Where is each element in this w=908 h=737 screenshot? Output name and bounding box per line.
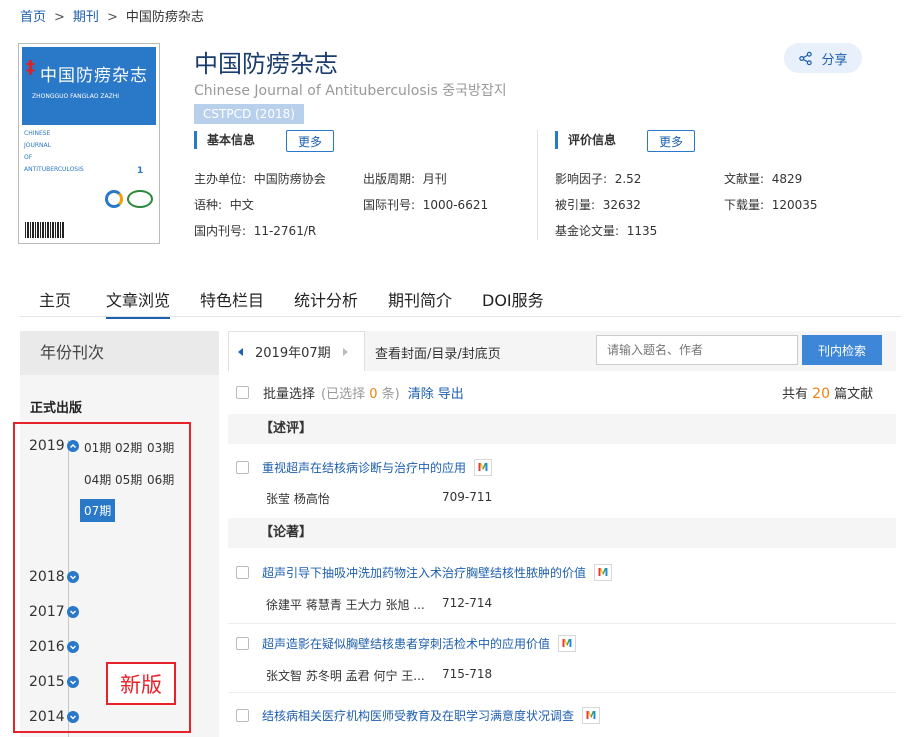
society-logo-icon: [127, 190, 153, 208]
article-authors: 张莹 杨高怡: [266, 492, 330, 506]
new-version-annotation: 新版: [106, 662, 176, 705]
tab-statistics[interactable]: 统计分析: [294, 287, 358, 311]
article-authors: 徐建平 蒋慧青 王大力 张旭 ...: [266, 598, 425, 612]
basic-info-more-button[interactable]: 更多: [286, 130, 334, 152]
basic-info-heading: 基本信息: [194, 131, 255, 149]
cstpcd-badge: CSTPCD (2018): [194, 104, 304, 124]
issue-toolbar: 2019年07期 查看封面/目录/封底页 刊内检索: [228, 331, 896, 371]
article-pages: 712-714: [442, 596, 493, 610]
cover-issue-number: 1: [137, 166, 144, 176]
mendeley-icon[interactable]: M: [474, 459, 493, 476]
cover-english-title: CHINESE JOURNAL OF ANTITUBERCULOSIS: [24, 130, 84, 173]
article-title[interactable]: 结核病相关医疗机构医师受教育及在职学习满意度状况调查 M: [262, 707, 601, 724]
search-button[interactable]: 刊内检索: [802, 335, 882, 365]
selected-count: (已选择 0 条): [321, 387, 400, 402]
sidebar-heading: 年份刊次: [20, 331, 219, 375]
article-title[interactable]: 超声造影在疑似胸壁结核患者穿刺活检术中的应用价值 M: [262, 635, 577, 652]
article-checkbox[interactable]: [236, 637, 249, 650]
article-title[interactable]: 重视超声在结核病诊断与治疗中的应用 M: [262, 459, 493, 476]
tab-home[interactable]: 主页: [39, 287, 71, 311]
breadcrumb-home-link[interactable]: 首页: [20, 10, 46, 25]
total-count: 共有 20 篇文献: [782, 386, 874, 402]
cross-logo-icon: ‡: [26, 57, 35, 78]
journal-cover-image: ‡ 中国防痨杂志 ZHONGGUO FANGLAO ZAZHI CHINESE …: [18, 43, 160, 244]
mendeley-icon[interactable]: M: [582, 707, 601, 724]
period-info: 出版周期: 月刊: [363, 172, 447, 186]
article-title[interactable]: 超声引导下抽吸冲洗加药物注入术治疗胸壁结核性脓肿的价值 M: [262, 564, 613, 581]
current-issue-label: 2019年07期: [255, 346, 331, 361]
row-divider: [228, 623, 896, 624]
clear-link[interactable]: 清除: [408, 383, 434, 402]
issue-selector[interactable]: 2019年07期: [228, 331, 365, 371]
issn-info: 国际刊号: 1000-6621: [363, 198, 489, 212]
tab-article-browse[interactable]: 文章浏览: [106, 287, 171, 319]
view-cover-toc-link[interactable]: 查看封面/目录/封底页: [375, 343, 501, 362]
article-checkbox[interactable]: [236, 461, 249, 474]
mendeley-icon[interactable]: M: [594, 564, 613, 581]
category-header: 【论著】: [228, 518, 896, 548]
breadcrumb-separator: >: [54, 10, 65, 25]
tab-featured-columns[interactable]: 特色栏目: [200, 287, 264, 311]
language-info: 语种: 中文: [194, 198, 254, 212]
cn-info: 国内刊号: 11-2761/R: [194, 224, 317, 238]
export-link[interactable]: 导出: [438, 383, 464, 402]
evaluation-heading: 评价信息: [555, 131, 616, 149]
journal-title: 中国防痨杂志: [194, 50, 338, 78]
article-pages: 709-711: [442, 490, 493, 504]
breadcrumb-journals-link[interactable]: 期刊: [73, 10, 99, 25]
select-all-checkbox[interactable]: [236, 386, 249, 399]
category-header: 【述评】: [228, 414, 896, 444]
breadcrumb-current: 中国防痨杂志: [125, 10, 204, 25]
sponsor-info: 主办单位: 中国防痨协会: [194, 172, 326, 186]
caret-right-icon[interactable]: [341, 347, 349, 357]
fund-paper-count-info: 基金论文量: 1135: [555, 224, 658, 238]
row-divider: [228, 692, 896, 693]
search-input[interactable]: [596, 335, 798, 365]
breadcrumb-separator: >: [106, 10, 118, 25]
cover-title: 中国防痨杂志: [40, 66, 148, 86]
bulk-select-row: 批量选择 (已选择 0 条) 清除 导出: [236, 383, 464, 402]
article-checkbox[interactable]: [236, 709, 249, 722]
download-count-info: 下载量: 120035: [724, 198, 818, 212]
emblem-icon: [105, 190, 123, 208]
barcode-icon: [25, 222, 65, 238]
citation-count-info: 被引量: 32632: [555, 198, 641, 212]
journal-subtitle: Chinese Journal of Antituberculosis 중국방잡…: [194, 83, 507, 99]
caret-left-icon[interactable]: [237, 347, 245, 357]
tab-doi-service[interactable]: DOI服务: [482, 287, 544, 311]
article-checkbox[interactable]: [236, 566, 249, 579]
share-button[interactable]: 分享: [784, 43, 862, 73]
document-count-info: 文献量: 4829: [724, 172, 803, 186]
evaluation-more-button[interactable]: 更多: [647, 130, 695, 152]
article-pages: 715-718: [442, 667, 493, 681]
cover-pinyin: ZHONGGUO FANGLAO ZAZHI: [32, 93, 120, 100]
bulk-select-label: 批量选择: [263, 387, 316, 402]
divider: [537, 130, 538, 240]
share-label: 分享: [821, 52, 848, 68]
impact-factor-info: 影响因子: 2.52: [555, 172, 642, 186]
cover-banner: ‡ 中国防痨杂志 ZHONGGUO FANGLAO ZAZHI: [22, 47, 156, 125]
article-authors: 张文智 苏冬明 孟君 何宁 王...: [266, 669, 425, 683]
breadcrumb: 首页 > 期刊 > 中国防痨杂志: [20, 6, 204, 25]
mendeley-icon[interactable]: M: [558, 635, 577, 652]
main-tabs: 主页 文章浏览 特色栏目 统计分析 期刊简介 DOI服务: [20, 287, 902, 319]
share-icon: [799, 51, 813, 65]
tab-journal-intro[interactable]: 期刊简介: [388, 287, 452, 311]
formal-publication-label: 正式出版: [30, 401, 83, 416]
